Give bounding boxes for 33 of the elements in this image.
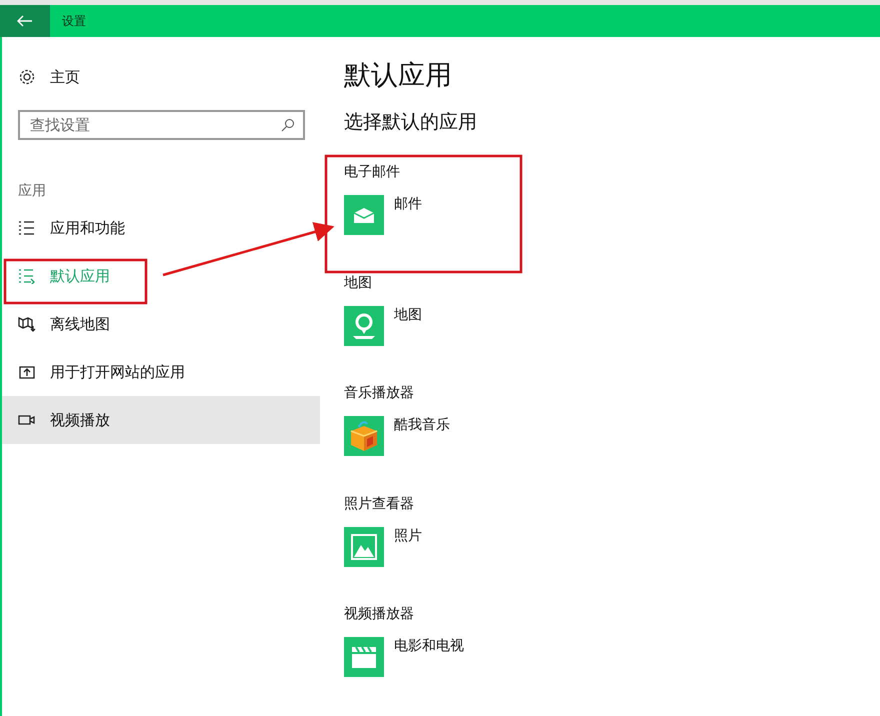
app-name[interactable]: 照片: [394, 526, 422, 567]
sidebar-item[interactable]: 视频播放: [2, 396, 320, 444]
back-button[interactable]: [0, 5, 50, 37]
app-name[interactable]: 电影和电视: [394, 637, 464, 678]
search-icon: [281, 118, 295, 132]
sidebar-item[interactable]: 离线地图: [2, 300, 320, 348]
window-title: 设置: [62, 12, 86, 30]
sidebar-item[interactable]: 用于打开网站的应用: [2, 348, 320, 396]
category-label: 照片查看器: [344, 494, 415, 513]
search-field[interactable]: 查找设置: [18, 110, 305, 140]
map-icon: [18, 316, 36, 332]
upload-icon: [18, 364, 36, 380]
category-label: 地图: [344, 274, 373, 292]
app-name[interactable]: 地图: [394, 306, 422, 346]
category-label: 视频播放器: [344, 605, 415, 624]
app-name[interactable]: 邮件: [394, 195, 422, 235]
section-title: 选择默认的应用: [344, 110, 478, 135]
list-icon: [18, 268, 36, 284]
page-title: 默认应用: [344, 59, 453, 93]
home-link[interactable]: 主页: [50, 68, 80, 86]
image-icon: [344, 526, 384, 567]
section-heading: 应用: [18, 183, 46, 199]
mail-icon: [344, 195, 384, 235]
category-label: 音乐播放器: [344, 384, 415, 402]
category-label: 电子邮件: [344, 163, 401, 181]
box-icon: [344, 416, 384, 456]
sidebar-item[interactable]: 应用和功能: [2, 204, 320, 252]
clapperboard-icon: [344, 637, 384, 678]
back-arrow-icon: [17, 15, 33, 27]
map-pin-icon: [344, 306, 384, 346]
settings-icon: [18, 68, 36, 86]
app-name[interactable]: 酷我音乐: [394, 416, 450, 456]
list-icon: [18, 220, 36, 236]
